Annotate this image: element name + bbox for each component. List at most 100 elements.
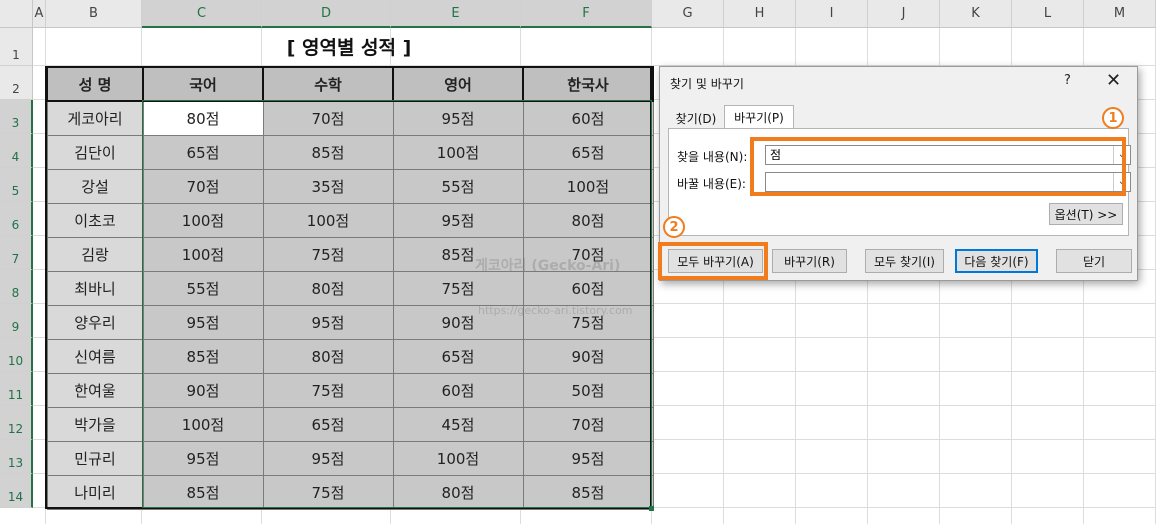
column-header-e[interactable]: E: [391, 0, 521, 28]
column-header-m[interactable]: M: [1084, 0, 1156, 28]
score-cell[interactable]: 70점: [522, 406, 654, 442]
score-cell[interactable]: 75점: [262, 372, 394, 408]
score-cell[interactable]: 95점: [392, 202, 524, 238]
score-cell[interactable]: 85점: [522, 474, 654, 510]
score-cell[interactable]: 100점: [142, 406, 264, 442]
score-cell[interactable]: 90점: [142, 372, 264, 408]
student-name-cell[interactable]: 민규리: [46, 440, 144, 476]
row-header-11[interactable]: 11: [0, 372, 33, 406]
student-name-cell[interactable]: 게코아리: [46, 100, 144, 136]
score-cell[interactable]: 100점: [392, 440, 524, 476]
student-name-cell[interactable]: 신여름: [46, 338, 144, 374]
row-header-5[interactable]: 5: [0, 168, 33, 202]
score-cell[interactable]: 75점: [262, 236, 394, 272]
column-header-b[interactable]: B: [46, 0, 142, 28]
score-cell[interactable]: 75점: [262, 474, 394, 510]
score-cell[interactable]: 55점: [142, 270, 264, 306]
tab-find[interactable]: 찾기(D): [672, 107, 720, 129]
score-cell[interactable]: 85점: [262, 134, 394, 170]
score-cell[interactable]: 55점: [392, 168, 524, 204]
score-cell[interactable]: 95점: [142, 304, 264, 340]
score-cell[interactable]: 80점: [392, 474, 524, 510]
row-header-13[interactable]: 13: [0, 440, 33, 474]
find-input[interactable]: 점 ⌄: [765, 145, 1131, 165]
row-header-4[interactable]: 4: [0, 134, 33, 168]
score-cell[interactable]: 100점: [392, 134, 524, 170]
score-cell[interactable]: 65점: [142, 134, 264, 170]
score-cell[interactable]: 80점: [262, 338, 394, 374]
score-cell[interactable]: 85점: [142, 338, 264, 374]
find-next-button[interactable]: 다음 찾기(F): [955, 249, 1038, 273]
score-cell[interactable]: 60점: [392, 372, 524, 408]
score-cell[interactable]: 35점: [262, 168, 394, 204]
score-cell[interactable]: 95점: [262, 304, 394, 340]
score-cell[interactable]: 75점: [392, 270, 524, 306]
replace-button[interactable]: 바꾸기(R): [772, 249, 847, 273]
help-icon[interactable]: ?: [1064, 73, 1071, 88]
column-header-l[interactable]: L: [1012, 0, 1084, 28]
score-cell[interactable]: 95점: [142, 440, 264, 476]
score-cell[interactable]: 100점: [142, 236, 264, 272]
score-cell[interactable]: 100점: [142, 202, 264, 238]
score-cell[interactable]: 65점: [262, 406, 394, 442]
student-name-cell[interactable]: 김단이: [46, 134, 144, 170]
header-history[interactable]: 한국사: [522, 66, 654, 102]
row-header-14[interactable]: 14: [0, 474, 33, 508]
column-header-h[interactable]: H: [724, 0, 796, 28]
column-header-a[interactable]: A: [33, 0, 46, 28]
student-name-cell[interactable]: 박가을: [46, 406, 144, 442]
score-cell[interactable]: 80점: [142, 100, 264, 136]
close-button[interactable]: 닫기: [1056, 249, 1132, 273]
row-header-1[interactable]: 1: [0, 28, 33, 66]
score-cell[interactable]: 85점: [142, 474, 264, 510]
student-name-cell[interactable]: 이초코: [46, 202, 144, 238]
score-cell[interactable]: 45점: [392, 406, 524, 442]
column-header-j[interactable]: J: [868, 0, 940, 28]
student-name-cell[interactable]: 나미리: [46, 474, 144, 510]
student-name-cell[interactable]: 최바니: [46, 270, 144, 306]
column-header-c[interactable]: C: [142, 0, 262, 28]
row-header-7[interactable]: 7: [0, 236, 33, 270]
tab-replace[interactable]: 바꾸기(P): [724, 105, 794, 129]
header-math[interactable]: 수학: [262, 66, 394, 102]
score-cell[interactable]: 90점: [522, 338, 654, 374]
chevron-down-icon[interactable]: ⌄: [1113, 146, 1130, 164]
column-header-d[interactable]: D: [262, 0, 391, 28]
header-korean[interactable]: 국어: [142, 66, 264, 102]
score-cell[interactable]: 65점: [392, 338, 524, 374]
student-name-cell[interactable]: 김랑: [46, 236, 144, 272]
student-name-cell[interactable]: 양우리: [46, 304, 144, 340]
score-cell[interactable]: 95점: [262, 440, 394, 476]
row-header-9[interactable]: 9: [0, 304, 33, 338]
score-cell[interactable]: 95점: [392, 100, 524, 136]
column-header-k[interactable]: K: [940, 0, 1012, 28]
row-header-2[interactable]: 2: [0, 66, 33, 100]
row-header-10[interactable]: 10: [0, 338, 33, 372]
student-name-cell[interactable]: 강설: [46, 168, 144, 204]
column-header-i[interactable]: I: [796, 0, 868, 28]
replace-input[interactable]: ⌄: [765, 172, 1131, 192]
select-all-corner[interactable]: [0, 0, 33, 28]
score-cell[interactable]: 100점: [262, 202, 394, 238]
score-cell[interactable]: 60점: [522, 270, 654, 306]
close-icon[interactable]: ✕: [1106, 70, 1121, 91]
chevron-down-icon[interactable]: ⌄: [1113, 173, 1130, 191]
score-cell[interactable]: 95점: [522, 440, 654, 476]
score-cell[interactable]: 80점: [262, 270, 394, 306]
score-cell[interactable]: 60점: [522, 100, 654, 136]
column-header-g[interactable]: G: [652, 0, 724, 28]
row-header-12[interactable]: 12: [0, 406, 33, 440]
row-header-6[interactable]: 6: [0, 202, 33, 236]
fill-handle[interactable]: [649, 506, 654, 511]
row-header-8[interactable]: 8: [0, 270, 33, 304]
header-english[interactable]: 영어: [392, 66, 524, 102]
score-cell[interactable]: 80점: [522, 202, 654, 238]
row-header-3[interactable]: 3: [0, 100, 33, 134]
student-name-cell[interactable]: 한여울: [46, 372, 144, 408]
replace-all-button[interactable]: 모두 바꾸기(A): [668, 249, 763, 273]
score-cell[interactable]: 50점: [522, 372, 654, 408]
score-cell[interactable]: 70점: [262, 100, 394, 136]
find-all-button[interactable]: 모두 찾기(I): [865, 249, 944, 273]
score-cell[interactable]: 70점: [142, 168, 264, 204]
options-button[interactable]: 옵션(T) >>: [1049, 203, 1123, 225]
